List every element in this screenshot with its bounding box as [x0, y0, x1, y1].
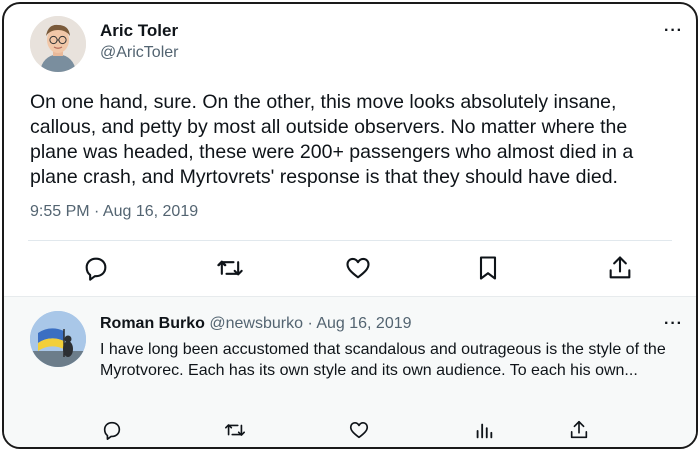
- share-icon[interactable]: [606, 254, 634, 282]
- retweet-icon[interactable]: [224, 419, 246, 441]
- reply-text: I have long been accustomed that scandal…: [100, 341, 666, 379]
- like-icon[interactable]: [348, 419, 370, 441]
- meta-separator: ·: [307, 315, 313, 332]
- tweet-actions: [4, 254, 696, 286]
- tweet-timestamp[interactable]: 9:55 PM · Aug 16, 2019: [30, 203, 198, 221]
- divider: [28, 240, 672, 241]
- author-name[interactable]: Aric Toler: [100, 21, 178, 41]
- reply-icon[interactable]: [82, 254, 110, 282]
- author-handle[interactable]: @newsburko: [209, 315, 303, 332]
- bookmark-icon[interactable]: [474, 254, 502, 282]
- avatar[interactable]: [30, 16, 86, 72]
- reply-icon[interactable]: [101, 419, 123, 441]
- avatar[interactable]: [30, 311, 86, 367]
- views-icon[interactable]: [473, 419, 495, 441]
- more-options-icon[interactable]: ···: [664, 315, 683, 333]
- reply-date[interactable]: Aug 16, 2019: [316, 315, 411, 332]
- main-tweet[interactable]: Aric Toler @AricToler ··· On one hand, s…: [4, 4, 696, 296]
- author-name[interactable]: Roman Burko: [100, 315, 205, 332]
- share-icon[interactable]: [568, 419, 590, 441]
- reply-tweet[interactable]: Roman Burko @newsburko · Aug 16, 2019 ··…: [4, 296, 696, 447]
- reply-header: Roman Burko @newsburko · Aug 16, 2019: [100, 315, 412, 333]
- author-handle[interactable]: @AricToler: [100, 44, 178, 62]
- tweet-card: Aric Toler @AricToler ··· On one hand, s…: [2, 2, 698, 449]
- retweet-icon[interactable]: [216, 254, 244, 282]
- more-options-icon[interactable]: ···: [664, 22, 683, 40]
- tweet-text: On one hand, sure. On the other, this mo…: [30, 91, 634, 188]
- like-icon[interactable]: [344, 254, 372, 282]
- reply-actions: [4, 419, 696, 443]
